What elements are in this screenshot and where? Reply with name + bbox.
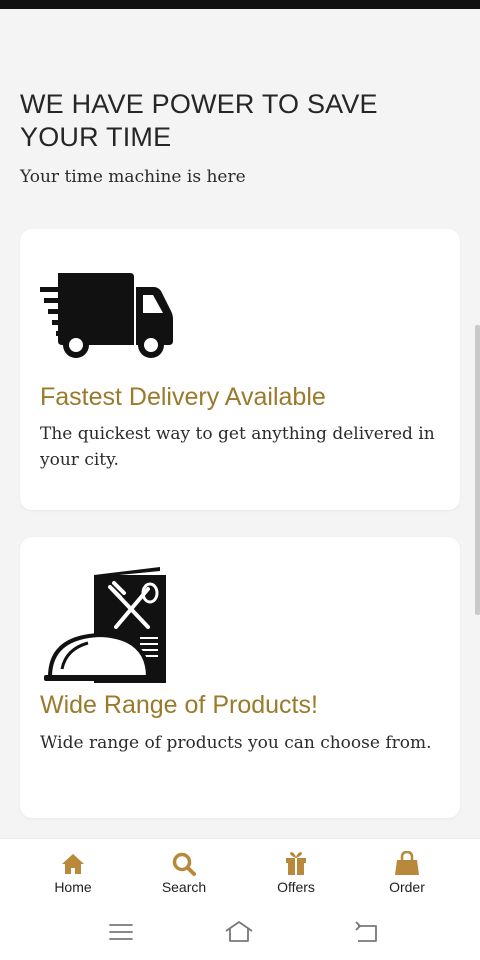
feature-card-products: Wide Range of Products! Wide range of pr…: [20, 537, 460, 818]
system-navigation-bar: [0, 904, 480, 960]
card-title: Fastest Delivery Available: [40, 383, 326, 411]
back-icon[interactable]: [352, 918, 382, 946]
nav-label-offers: Offers: [277, 879, 315, 895]
hero-title: WE HAVE POWER TO SAVE YOUR TIME: [20, 89, 378, 152]
home-icon: [62, 854, 84, 874]
home-outline-icon[interactable]: [224, 918, 254, 946]
nav-item-offers[interactable]: Offers: [251, 851, 341, 895]
search-icon: [172, 852, 196, 876]
menu-icon[interactable]: [106, 918, 136, 946]
bottom-nav: Home Search Offers Order: [0, 838, 480, 905]
nav-label-search: Search: [161, 879, 207, 895]
food-cloche-menu-icon: [40, 565, 170, 690]
shopping-bag-icon: [395, 851, 419, 875]
nav-label-order: Order: [389, 879, 425, 895]
hero-subtitle: Your time machine is here: [20, 167, 246, 187]
delivery-truck-icon: [40, 269, 175, 366]
nav-item-home[interactable]: Home: [28, 851, 118, 895]
scrollbar[interactable]: [475, 325, 480, 615]
feature-card-delivery: Fastest Delivery Available The quickest …: [20, 229, 460, 510]
nav-item-order[interactable]: Order: [362, 851, 452, 895]
nav-label-home: Home: [54, 879, 92, 895]
nav-item-search[interactable]: Search: [139, 851, 229, 895]
gift-icon: [286, 852, 306, 875]
status-bar: [0, 0, 480, 9]
card-description: Wide range of products you can choose fr…: [40, 733, 432, 753]
card-title: Wide Range of Products!: [40, 691, 318, 719]
card-description: The quickest way to get anything deliver…: [40, 424, 435, 470]
